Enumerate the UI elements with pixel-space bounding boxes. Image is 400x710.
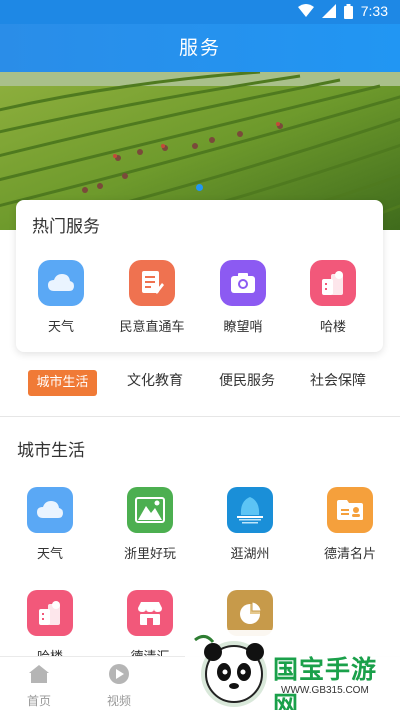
document-edit-icon — [129, 260, 175, 306]
signal-icon — [321, 4, 336, 18]
watermark-url: WWW.GB315.COM — [281, 685, 369, 696]
landmark-icon — [227, 487, 273, 533]
building-icon — [310, 260, 356, 306]
service-label: 瞭望哨 — [223, 320, 263, 335]
panda-logo-icon — [194, 635, 267, 707]
section-divider — [0, 416, 400, 417]
category-tabs: 城市生活 文化教育 便民服务 社会保障 — [0, 366, 400, 400]
city-deqing-hui[interactable]: 德清汇 — [107, 590, 193, 665]
battery-icon — [343, 3, 353, 19]
app-header: 服务 — [0, 24, 400, 72]
mountain-icon — [127, 487, 173, 533]
tab-convenience-services[interactable]: 便民服务 — [219, 370, 275, 390]
service-lookout[interactable]: 瞭望哨 — [198, 260, 288, 335]
play-icon — [109, 664, 129, 684]
camera-icon — [220, 260, 266, 306]
page-title: 服务 — [178, 37, 221, 59]
cloud-icon — [27, 487, 73, 533]
watermark: 国宝手游网 WWW.GB315.COM — [185, 630, 400, 710]
home-icon — [29, 665, 49, 683]
city-deqing-card[interactable]: 德清名片 — [307, 487, 393, 562]
grid-label: 浙里好玩 — [123, 547, 176, 562]
service-label: 民意直通车 — [119, 320, 185, 335]
city-visit-huzhou[interactable]: 逛湖州 — [207, 487, 293, 562]
service-label: 天气 — [47, 320, 74, 335]
wifi-icon — [297, 4, 314, 17]
building-icon — [27, 590, 73, 636]
grid-label: 德清名片 — [323, 547, 376, 562]
hot-services-card: 热门服务 天气 民意直通车 瞭望哨 哈楼 — [16, 200, 383, 352]
service-halou[interactable]: 哈楼 — [288, 260, 378, 335]
hot-services-title: 热门服务 — [32, 217, 100, 237]
carousel-indicator[interactable] — [196, 184, 203, 191]
grid-label: 逛湖州 — [230, 547, 270, 562]
status-time: 7:33 — [360, 3, 388, 19]
tab-culture-education[interactable]: 文化教育 — [127, 370, 183, 390]
service-weather[interactable]: 天气 — [16, 260, 106, 335]
tab-social-security[interactable]: 社会保障 — [310, 370, 366, 390]
nav-video-label: 视频 — [106, 694, 131, 708]
service-public-opinion[interactable]: 民意直通车 — [107, 260, 197, 335]
tab-city-life[interactable]: 城市生活 — [28, 370, 97, 396]
watermark-brand: 国宝手游网 — [273, 655, 378, 710]
service-label: 哈楼 — [319, 320, 346, 335]
nav-home-label: 首页 — [26, 694, 51, 708]
status-bar: 7:33 — [0, 0, 400, 24]
city-halou[interactable]: 哈楼 — [7, 590, 93, 665]
id-card-icon — [327, 487, 373, 533]
nav-video[interactable]: 视频 — [89, 663, 149, 709]
shop-icon — [127, 590, 173, 636]
city-weather[interactable]: 天气 — [7, 487, 93, 562]
section-title: 城市生活 — [17, 441, 85, 461]
grid-label: 天气 — [36, 547, 63, 562]
cloud-icon — [38, 260, 84, 306]
city-zheli-fun[interactable]: 浙里好玩 — [107, 487, 193, 562]
nav-home[interactable]: 首页 — [9, 663, 69, 709]
